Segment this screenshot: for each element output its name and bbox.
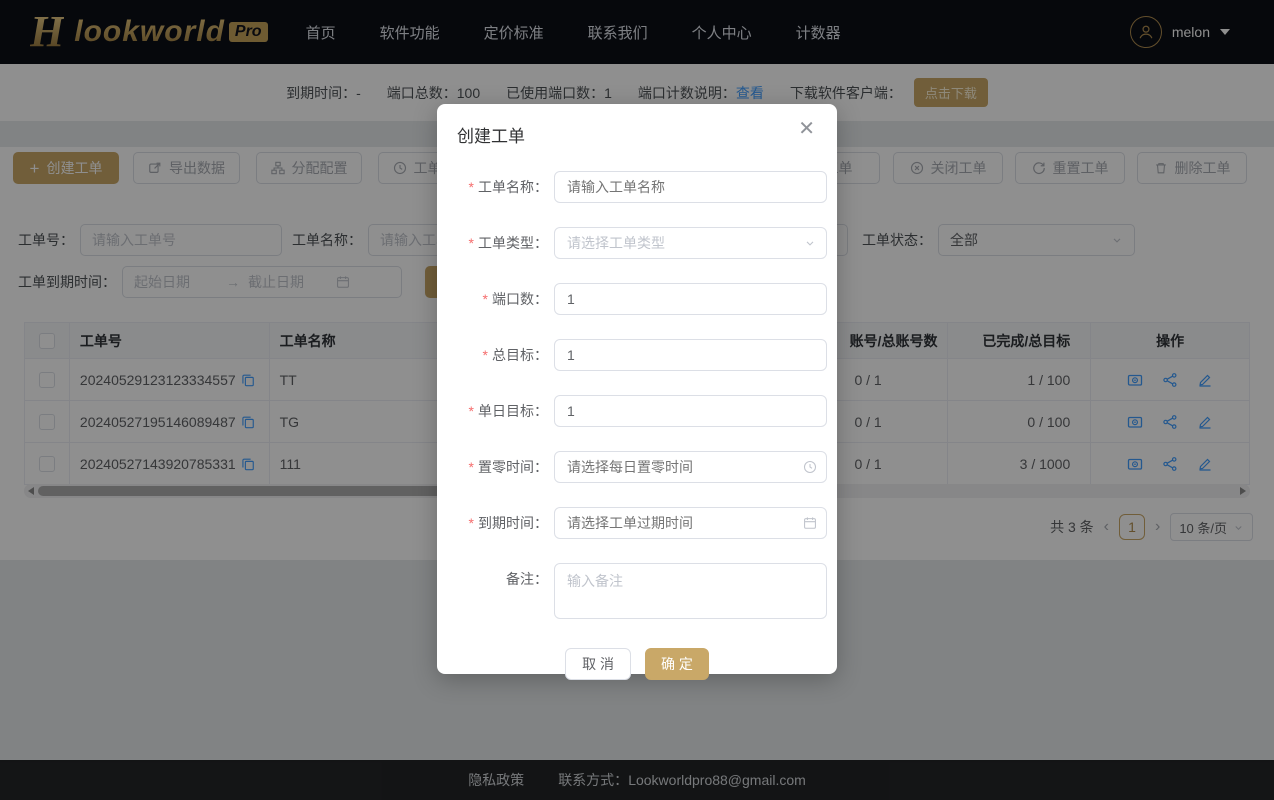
modal-form: *工单名称： *工单类型： 请选择工单类型 *端口数： *总目标： [457, 171, 817, 624]
confirm-button[interactable]: 确 定 [645, 648, 709, 680]
required-asterisk: * [469, 459, 474, 475]
field-label: 置零时间： [478, 457, 548, 477]
create-order-modal: 创建工单 ✕ *工单名称： *工单类型： 请选择工单类型 *端口数： [437, 104, 837, 674]
field-label: 总目标： [492, 345, 548, 365]
page: H lookworld Pro 首页 软件功能 定价标准 联系我们 个人中心 计… [0, 0, 1274, 800]
required-asterisk: * [469, 179, 474, 195]
form-row-expire-time: *到期时间： [457, 507, 817, 539]
port-count-input[interactable] [554, 283, 827, 315]
daily-target-input[interactable] [554, 395, 827, 427]
modal-footer: 取 消 确 定 [457, 648, 817, 680]
field-label: 备注： [506, 569, 548, 589]
required-asterisk: * [469, 235, 474, 251]
form-row-total-target: *总目标： [457, 339, 817, 371]
field-label: 工单名称： [478, 177, 548, 197]
required-asterisk: * [483, 291, 488, 307]
required-asterisk: * [469, 403, 474, 419]
field-label: 端口数： [492, 289, 548, 309]
modal-title: 创建工单 [457, 122, 817, 147]
form-row-port-count: *端口数： [457, 283, 817, 315]
chevron-down-icon [804, 237, 816, 249]
expire-time-input[interactable] [554, 507, 827, 539]
required-asterisk: * [483, 347, 488, 363]
form-row-remark: 备注： [457, 563, 817, 624]
form-row-order-type: *工单类型： 请选择工单类型 [457, 227, 817, 259]
close-icon[interactable]: ✕ [792, 118, 821, 140]
reset-time-input[interactable] [554, 451, 827, 483]
required-asterisk: * [469, 515, 474, 531]
field-label: 单日目标： [478, 401, 548, 421]
total-target-input[interactable] [554, 339, 827, 371]
order-type-select[interactable]: 请选择工单类型 [554, 227, 827, 259]
form-row-reset-time: *置零时间： [457, 451, 817, 483]
cancel-button[interactable]: 取 消 [565, 648, 631, 680]
field-label: 到期时间： [478, 513, 548, 533]
form-row-daily-target: *单日目标： [457, 395, 817, 427]
remark-textarea[interactable] [554, 563, 827, 619]
order-name-input[interactable] [554, 171, 827, 203]
field-label: 工单类型： [478, 233, 548, 253]
form-row-order-name: *工单名称： [457, 171, 817, 203]
select-placeholder: 请选择工单类型 [567, 233, 665, 253]
